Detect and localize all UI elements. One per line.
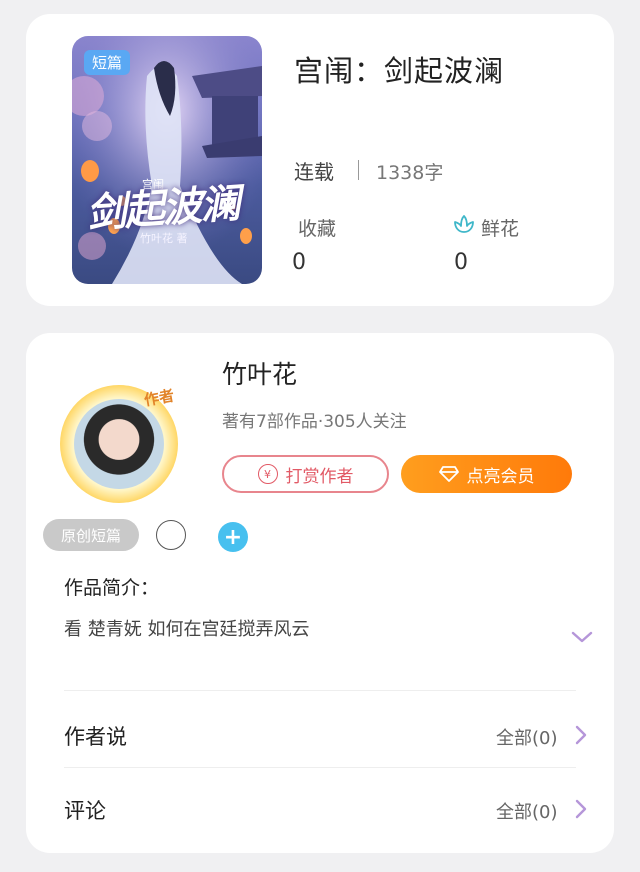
author-notes-all[interactable]: 全部(0) bbox=[496, 724, 558, 750]
tip-author-label: 打赏作者 bbox=[285, 466, 354, 487]
add-tag-button[interactable]: + bbox=[218, 522, 248, 552]
divider bbox=[64, 690, 576, 691]
chevron-down-icon[interactable] bbox=[570, 629, 594, 645]
book-info-card: 短篇 宫闱 剑起波澜 竹叶花 著 宫闱：剑起波澜 连载 1338字 收藏 0 鲜… bbox=[26, 14, 614, 306]
author-notes-label[interactable]: 作者说 bbox=[64, 721, 127, 751]
yen-icon: ¥ bbox=[257, 464, 278, 484]
flowers-label[interactable]: 鲜花 bbox=[481, 214, 519, 241]
activate-vip-button[interactable]: 点亮会员 bbox=[401, 455, 572, 493]
favorites-count: 0 bbox=[292, 250, 306, 275]
cover-author: 竹叶花 著 bbox=[140, 232, 188, 245]
synopsis-text: 看 楚青妩 如何在宫廷搅弄风云 bbox=[64, 619, 310, 640]
tip-author-button[interactable]: ¥ 打赏作者 bbox=[222, 455, 389, 493]
divider bbox=[358, 160, 359, 180]
flower-icon[interactable] bbox=[452, 212, 476, 236]
avatar bbox=[74, 399, 164, 489]
empty-circle-icon[interactable] bbox=[156, 520, 186, 550]
cover-title-art: 剑起波澜 bbox=[84, 179, 240, 238]
activate-vip-label: 点亮会员 bbox=[466, 466, 535, 487]
word-count: 1338字 bbox=[376, 162, 444, 184]
short-story-badge: 短篇 bbox=[84, 50, 131, 75]
comments-label[interactable]: 评论 bbox=[64, 795, 106, 825]
flowers-count: 0 bbox=[454, 250, 468, 275]
diamond-icon bbox=[438, 466, 459, 482]
original-short-tag[interactable]: 原创短篇 bbox=[43, 519, 139, 551]
author-card: 作者 竹叶花 著有7部作品·305人关注 ¥ 打赏作者 点亮会员 原创短篇 + … bbox=[26, 333, 614, 853]
author-tag: 作者 bbox=[142, 386, 176, 410]
author-name[interactable]: 竹叶花 bbox=[222, 355, 297, 391]
favorites-label[interactable]: 收藏 bbox=[298, 214, 336, 241]
book-cover-image[interactable]: 短篇 宫闱 剑起波澜 竹叶花 著 bbox=[72, 36, 262, 284]
chevron-right-icon[interactable] bbox=[574, 798, 588, 820]
author-avatar[interactable]: 作者 bbox=[52, 377, 182, 507]
synopsis-label: 作品简介： bbox=[64, 577, 160, 599]
comments-all[interactable]: 全部(0) bbox=[496, 798, 558, 824]
book-title: 宫闱：剑起波澜 bbox=[294, 54, 505, 88]
divider bbox=[64, 767, 576, 768]
chevron-right-icon[interactable] bbox=[574, 724, 588, 746]
serial-status: 连载 bbox=[294, 160, 334, 184]
author-stats: 著有7部作品·305人关注 bbox=[222, 412, 407, 432]
